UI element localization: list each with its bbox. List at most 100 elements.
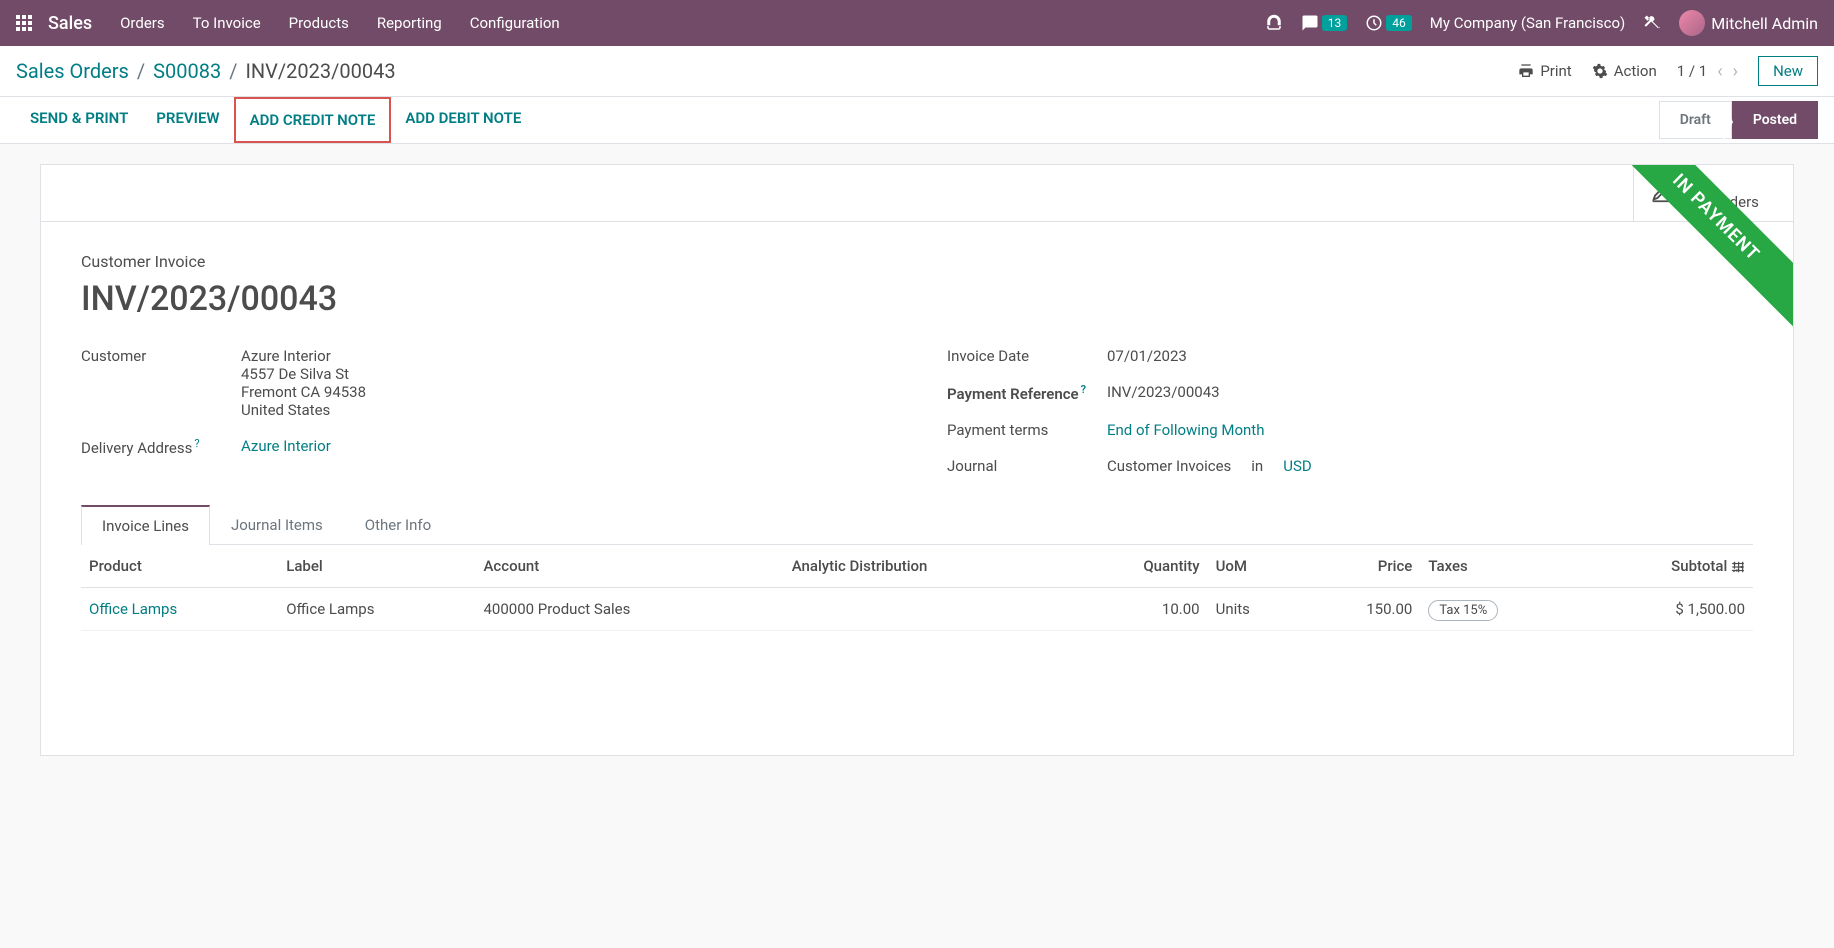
nav-configuration[interactable]: Configuration — [470, 14, 560, 32]
add-debit-note-button[interactable]: Add Debit Note — [391, 97, 535, 143]
company-selector[interactable]: My Company (San Francisco) — [1430, 14, 1625, 32]
actionbar: Send & Print Preview Add Credit Note Add… — [0, 97, 1834, 144]
field-journal: Journal Customer Invoices in USD — [947, 457, 1753, 475]
cell-account: 400000 Product Sales — [475, 588, 783, 631]
tabs: Invoice Lines Journal Items Other Info — [81, 505, 1753, 545]
status-posted[interactable]: Posted — [1732, 101, 1818, 139]
field-grid: Customer Azure Interior 4557 De Silva St… — [81, 347, 1753, 475]
pager-next[interactable]: › — [1733, 61, 1738, 82]
th-subtotal[interactable]: Subtotal — [1583, 545, 1753, 588]
user-name: Mitchell Admin — [1711, 14, 1818, 33]
sheet: 1 Sale Orders IN PAYMENT Customer Invoic… — [40, 164, 1794, 756]
delivery-link[interactable]: Azure Interior — [241, 437, 331, 457]
messages-icon[interactable]: 13 — [1301, 14, 1348, 32]
subbar-right: Print Action 1 / 1 ‹ › New — [1518, 56, 1818, 86]
th-product[interactable]: Product — [81, 545, 278, 588]
th-taxes[interactable]: Taxes — [1420, 545, 1583, 588]
field-terms: Payment terms End of Following Month — [947, 421, 1753, 439]
cell-subtotal: $ 1,500.00 — [1583, 588, 1753, 631]
avatar — [1679, 10, 1705, 36]
action-button[interactable]: Action — [1592, 62, 1657, 80]
pager-prev[interactable]: ‹ — [1717, 61, 1722, 82]
action-buttons: Send & Print Preview Add Credit Note Add… — [16, 97, 535, 143]
pager-text[interactable]: 1 / 1 — [1677, 62, 1708, 80]
journal-label: Journal — [947, 457, 1107, 475]
th-price[interactable]: Price — [1303, 545, 1421, 588]
th-analytic[interactable]: Analytic Distribution — [784, 545, 1071, 588]
journal-value: Customer Invoices — [1107, 457, 1231, 475]
messages-badge: 13 — [1322, 15, 1348, 31]
doc-title: INV/2023/00043 — [81, 279, 1753, 319]
th-account[interactable]: Account — [475, 545, 783, 588]
breadcrumb-current: INV/2023/00043 — [245, 59, 395, 83]
currency-value[interactable]: USD — [1283, 457, 1311, 475]
field-customer: Customer Azure Interior 4557 De Silva St… — [81, 347, 887, 419]
nav-orders[interactable]: Orders — [120, 14, 165, 32]
topbar-right: 13 46 My Company (San Francisco) Mitchel… — [1265, 10, 1818, 36]
nav-menu: Orders To Invoice Products Reporting Con… — [120, 14, 1265, 32]
activities-badge: 46 — [1386, 15, 1412, 31]
journal-in: in — [1251, 457, 1263, 475]
payment-ref-value: INV/2023/00043 — [1107, 383, 1220, 403]
status-bar: Draft Posted — [1659, 101, 1818, 139]
support-icon[interactable] — [1265, 14, 1283, 32]
customer-label: Customer — [81, 347, 241, 419]
topbar: Sales Orders To Invoice Products Reporti… — [0, 0, 1834, 46]
nav-to-invoice[interactable]: To Invoice — [193, 14, 261, 32]
subbar: Sales Orders / S00083 / INV/2023/00043 P… — [0, 46, 1834, 97]
pager: 1 / 1 ‹ › — [1677, 61, 1738, 82]
field-col-left: Customer Azure Interior 4557 De Silva St… — [81, 347, 887, 475]
breadcrumb-order[interactable]: S00083 — [153, 59, 221, 83]
doc-type: Customer Invoice — [81, 252, 1753, 271]
apps-icon[interactable] — [16, 15, 32, 31]
field-invoice-date: Invoice Date 07/01/2023 — [947, 347, 1753, 365]
activities-icon[interactable]: 46 — [1365, 14, 1412, 32]
cell-analytic — [784, 588, 1071, 631]
nav-products[interactable]: Products — [289, 14, 349, 32]
sheet-top: 1 Sale Orders — [41, 165, 1793, 222]
tab-invoice-lines[interactable]: Invoice Lines — [81, 505, 210, 545]
user-menu[interactable]: Mitchell Admin — [1679, 10, 1818, 36]
table-row[interactable]: Office Lamps Office Lamps 400000 Product… — [81, 588, 1753, 631]
help-icon[interactable]: ? — [1081, 383, 1086, 396]
status-draft[interactable]: Draft — [1659, 101, 1732, 139]
preview-button[interactable]: Preview — [142, 97, 233, 143]
add-credit-note-button[interactable]: Add Credit Note — [234, 97, 392, 143]
cell-quantity: 10.00 — [1071, 588, 1208, 631]
field-payment-ref: Payment Reference? INV/2023/00043 — [947, 383, 1753, 403]
customer-link[interactable]: Azure Interior — [241, 347, 331, 365]
breadcrumb-sep: / — [229, 59, 237, 83]
th-label[interactable]: Label — [278, 545, 475, 588]
nav-reporting[interactable]: Reporting — [377, 14, 442, 32]
invoice-date-label: Invoice Date — [947, 347, 1107, 365]
terms-label: Payment terms — [947, 421, 1107, 439]
field-delivery: Delivery Address? Azure Interior — [81, 437, 887, 457]
column-settings-icon[interactable] — [1731, 557, 1745, 575]
send-print-button[interactable]: Send & Print — [16, 97, 142, 143]
new-button[interactable]: New — [1758, 56, 1818, 86]
customer-addr1: 4557 De Silva St — [241, 365, 366, 383]
tax-pill: Tax 15% — [1428, 600, 1498, 621]
cell-uom: Units — [1208, 588, 1303, 631]
tools-icon[interactable] — [1643, 14, 1661, 32]
breadcrumb-sales-orders[interactable]: Sales Orders — [16, 59, 129, 83]
payment-ref-label: Payment Reference? — [947, 383, 1107, 403]
help-icon[interactable]: ? — [194, 437, 199, 450]
cell-taxes: Tax 15% — [1420, 588, 1583, 631]
field-col-right: Invoice Date 07/01/2023 Payment Referenc… — [947, 347, 1753, 475]
invoice-lines-table: Product Label Account Analytic Distribut… — [81, 545, 1753, 631]
delivery-label: Delivery Address? — [81, 437, 241, 457]
app-title[interactable]: Sales — [48, 13, 92, 34]
sheet-wrap: 1 Sale Orders IN PAYMENT Customer Invoic… — [0, 144, 1834, 776]
th-uom[interactable]: UoM — [1208, 545, 1303, 588]
tab-journal-items[interactable]: Journal Items — [210, 505, 344, 544]
cell-label: Office Lamps — [278, 588, 475, 631]
th-quantity[interactable]: Quantity — [1071, 545, 1208, 588]
cell-product[interactable]: Office Lamps — [81, 588, 278, 631]
sheet-body: Customer Invoice INV/2023/00043 Customer… — [41, 222, 1793, 755]
cell-price: 150.00 — [1303, 588, 1421, 631]
terms-value[interactable]: End of Following Month — [1107, 421, 1264, 439]
print-button[interactable]: Print — [1518, 62, 1571, 80]
tab-other-info[interactable]: Other Info — [344, 505, 452, 544]
invoice-date-value: 07/01/2023 — [1107, 347, 1187, 365]
